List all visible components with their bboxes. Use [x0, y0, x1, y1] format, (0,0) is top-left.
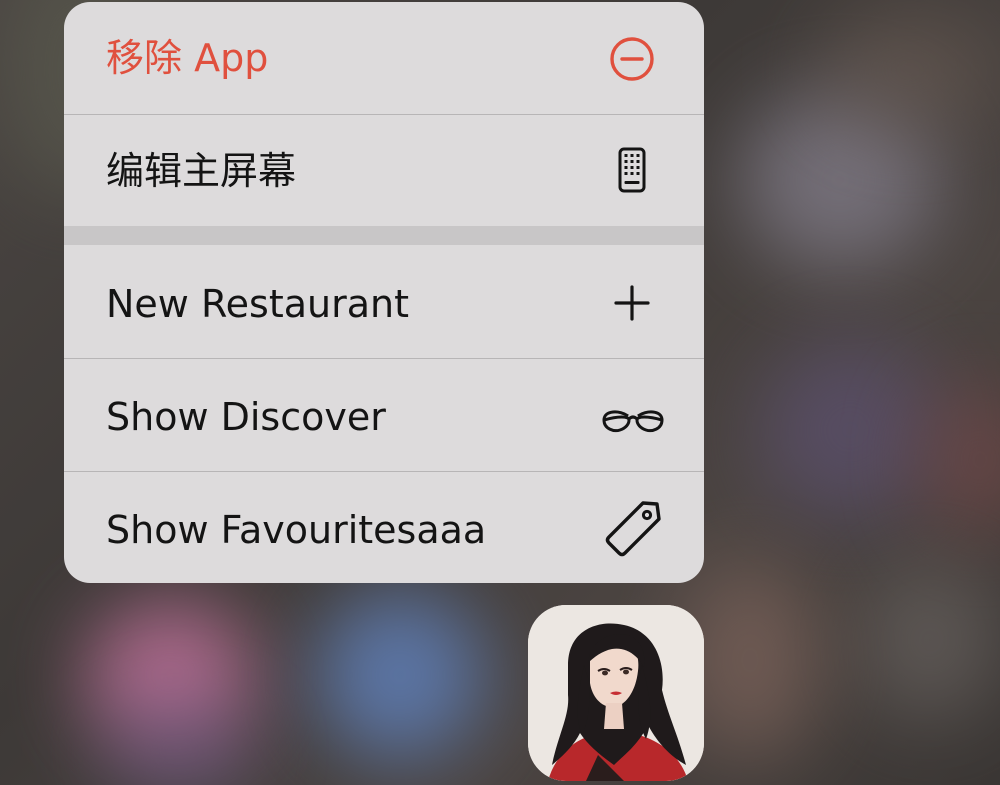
remove-app-label: 移除 App	[106, 36, 269, 80]
show-favourites-label: Show Favouritesaaa	[106, 508, 487, 552]
show-favourites-menu-item[interactable]: Show Favouritesaaa	[64, 472, 704, 583]
new-restaurant-label: New Restaurant	[106, 282, 409, 326]
plus-icon	[614, 285, 650, 321]
show-discover-menu-item[interactable]: Show Discover	[64, 359, 704, 471]
show-discover-label: Show Discover	[106, 395, 386, 439]
context-menu: 移除 App 编辑主屏幕 New Restaurant Show Discove…	[64, 2, 704, 583]
app-icon-portrait	[528, 605, 704, 781]
app-icon[interactable]	[528, 605, 704, 781]
remove-app-menu-item[interactable]: 移除 App	[64, 2, 704, 114]
new-restaurant-menu-item[interactable]: New Restaurant	[64, 245, 704, 358]
phone-grid-icon	[618, 147, 646, 193]
minus-circle-icon	[610, 37, 654, 81]
edit-home-screen-label: 编辑主屏幕	[106, 149, 297, 193]
menu-group-divider	[64, 226, 704, 245]
glasses-icon	[602, 410, 664, 433]
edit-home-screen-menu-item[interactable]: 编辑主屏幕	[64, 115, 704, 226]
tag-icon	[605, 501, 661, 557]
